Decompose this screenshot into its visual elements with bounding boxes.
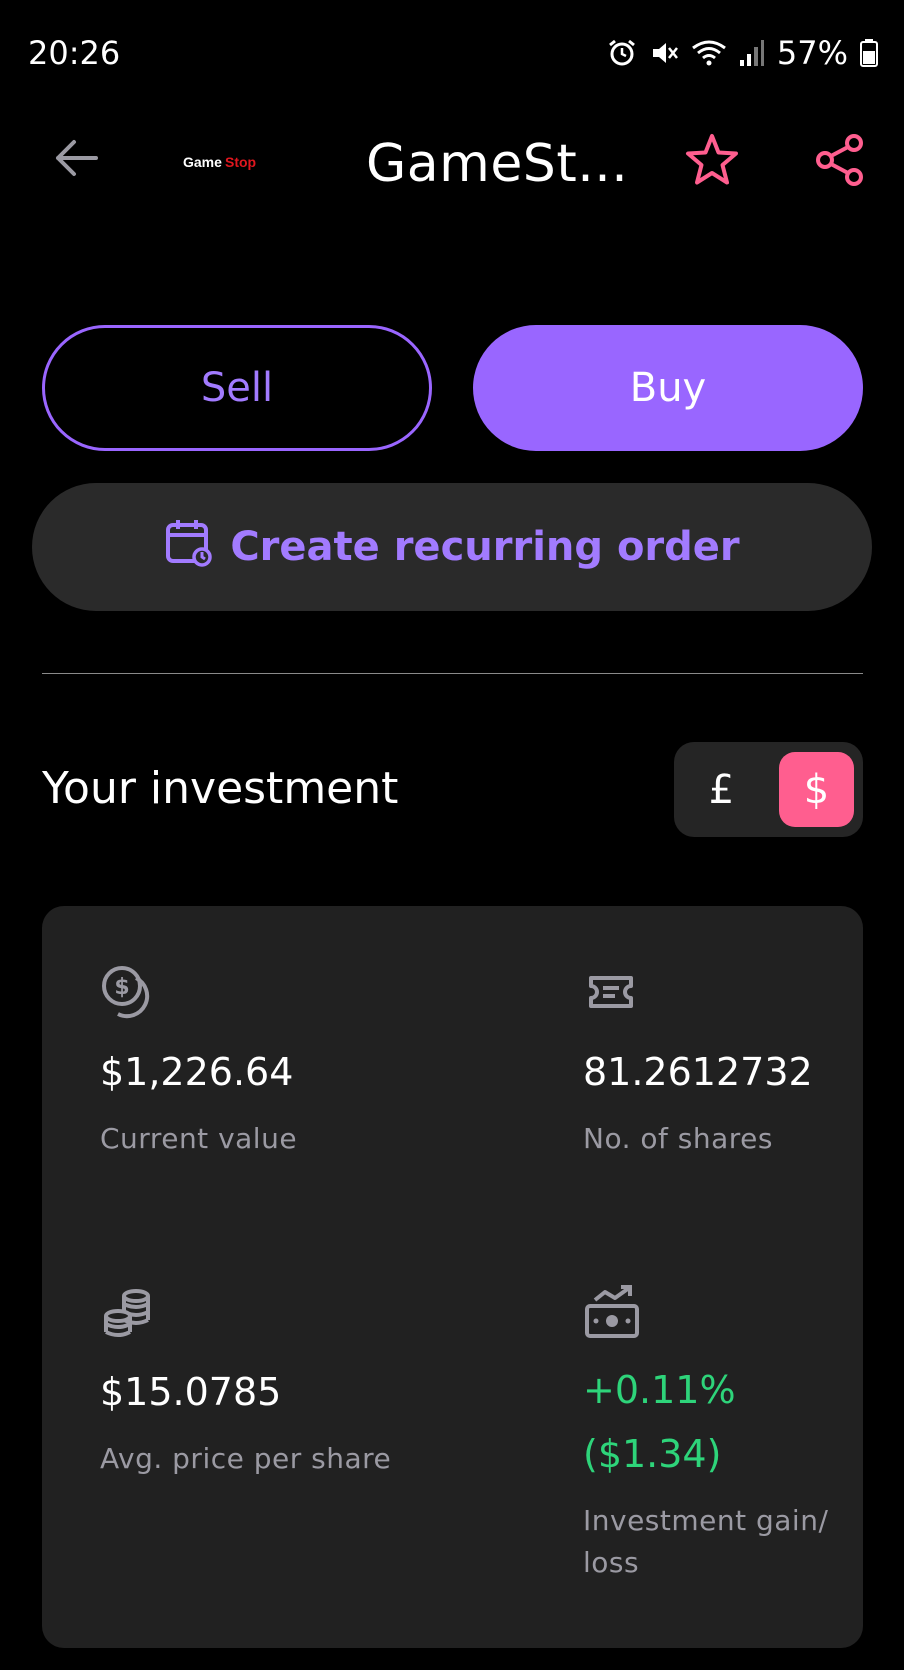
alarm-icon <box>607 38 637 68</box>
share-button[interactable] <box>808 130 872 194</box>
status-icons: 57% <box>607 34 878 72</box>
current-value: $1,226.64 <box>100 1050 294 1094</box>
star-icon <box>684 133 740 191</box>
battery-percent: 57% <box>776 34 848 72</box>
avg-price-value: $15.0785 <box>100 1370 282 1414</box>
status-time: 20:26 <box>28 34 121 72</box>
back-arrow-icon <box>52 138 98 182</box>
shares-count: 81.2612732 <box>583 1050 813 1094</box>
recurring-order-label: Create recurring order <box>230 524 740 570</box>
currency-option-usd[interactable]: $ <box>779 752 854 827</box>
stock-detail-screen: 20:26 57% Game Stop GameSt... Sell Buy C… <box>0 0 904 1670</box>
battery-icon <box>860 39 878 67</box>
coin-stack-icon <box>100 1282 160 1342</box>
logo-text-game: Game <box>183 154 222 170</box>
currency-option-gbp[interactable]: £ <box>684 752 759 827</box>
stat-avg-price: $15.0785 Avg. price per share <box>100 1282 391 1480</box>
top-app-bar: Game Stop GameSt... <box>0 110 904 210</box>
back-button[interactable] <box>40 130 110 190</box>
cash-growth-icon <box>583 1282 643 1342</box>
current-value-label: Current value <box>100 1122 298 1155</box>
status-bar: 20:26 57% <box>0 0 904 110</box>
favorite-button[interactable] <box>680 130 744 194</box>
share-icon <box>814 133 866 191</box>
wifi-icon <box>691 38 727 68</box>
ticket-icon <box>583 962 643 1022</box>
section-title-your-investment: Your investment <box>42 763 399 814</box>
coins-icon: $ <box>100 962 160 1022</box>
buy-button[interactable]: Buy <box>473 325 863 451</box>
stat-gain-loss: +0.11% ($1.34) Investment gain/ loss <box>583 1282 853 1584</box>
company-logo: Game Stop <box>175 150 285 174</box>
stat-shares: 81.2612732 No. of shares <box>583 962 813 1160</box>
divider <box>42 673 863 674</box>
sell-button[interactable]: Sell <box>42 325 432 451</box>
avg-price-label: Avg. price per share <box>100 1442 392 1475</box>
page-title: GameSt... <box>366 134 629 194</box>
stat-current-value: $ $1,226.64 Current value <box>100 962 297 1160</box>
logo-text-stop: Stop <box>225 154 256 170</box>
mute-icon <box>649 38 679 68</box>
signal-icon <box>739 38 765 68</box>
gain-loss-label: Investment gain/ loss <box>583 1504 829 1579</box>
gain-amount: ($1.34) <box>583 1432 722 1476</box>
shares-label: No. of shares <box>583 1122 773 1155</box>
svg-text:$: $ <box>114 975 129 1000</box>
currency-toggle: £ $ <box>674 742 863 837</box>
create-recurring-order-button[interactable]: Create recurring order <box>32 483 872 611</box>
investment-summary-card: $ $1,226.64 Current value 81.2612732 No.… <box>42 906 863 1648</box>
calendar-repeat-icon <box>164 517 214 577</box>
gain-percent: +0.11% <box>583 1368 736 1412</box>
